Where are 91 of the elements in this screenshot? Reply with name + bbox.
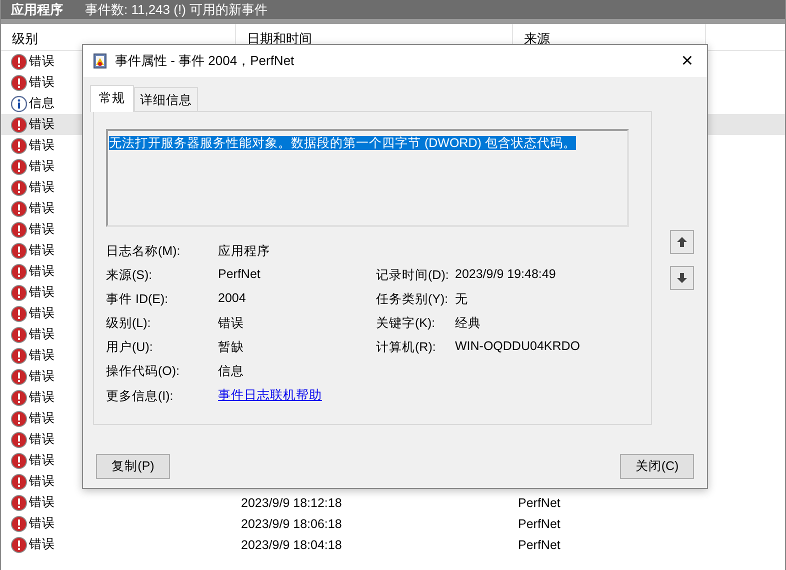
field-label: 操作代码(O):	[106, 363, 181, 379]
next-button[interactable]	[670, 266, 694, 290]
error-icon	[11, 138, 27, 154]
error-icon	[11, 494, 27, 510]
error-icon	[11, 368, 27, 384]
date-cell-text: 2023/9/9 18:06:18	[240, 516, 343, 530]
field-value: 应用程序	[218, 243, 271, 259]
field-value: 经典	[455, 315, 482, 331]
copy-button[interactable]: 复制(P)	[96, 454, 170, 479]
field-label: 任务类别(Y):	[376, 291, 450, 307]
level-text: 错误	[29, 200, 55, 217]
date-cell-text: 2023/9/9 18:12:18	[240, 496, 343, 510]
dialog-title: 事件属性 - 事件 2004，PerfNet	[115, 52, 296, 70]
field-value: 信息	[218, 363, 245, 379]
field-label: 记录时间(D):	[376, 267, 450, 283]
level-text: 错误	[29, 452, 55, 469]
field-value: PerfNet	[218, 267, 262, 283]
level-text: 错误	[29, 536, 55, 553]
description-box[interactable]: 无法打开服务器服务性能对象。数据段的第一个四字节 (DWORD) 包含状态代码。	[106, 129, 629, 227]
log-title: 应用程序	[11, 0, 63, 18]
field-value: 无	[455, 291, 469, 307]
level-text: 错误	[29, 410, 55, 427]
info-icon	[11, 96, 27, 112]
level-text: 错误	[29, 137, 55, 154]
level-text: 错误	[29, 179, 55, 196]
tab[interactable]: 常规	[90, 85, 134, 112]
level-text: 错误	[29, 74, 55, 91]
field-value: 暂缺	[218, 339, 245, 355]
up-arrow-icon	[676, 236, 688, 248]
error-icon	[11, 158, 27, 174]
field-label: 级别(L):	[106, 315, 152, 331]
error-icon	[11, 306, 27, 322]
field-label: 事件 ID(E):	[106, 291, 170, 307]
source-cell-text: PerfNet	[517, 538, 562, 552]
level-text: 错误	[29, 347, 55, 364]
error-icon	[11, 264, 27, 280]
error-icon	[11, 474, 27, 490]
level-text: 错误	[29, 494, 55, 511]
level-text: 错误	[29, 116, 55, 133]
error-icon	[11, 452, 27, 468]
error-icon	[11, 348, 27, 364]
description-text: 无法打开服务器服务性能对象。数据段的第一个四字节 (DWORD) 包含状态代码。	[109, 136, 576, 150]
field-label: 计算机(R):	[376, 339, 437, 355]
field-label: 更多信息(I):	[106, 388, 174, 404]
field-label: 用户(U):	[106, 339, 154, 355]
error-icon	[11, 54, 27, 70]
tab[interactable]: 详细信息	[134, 87, 198, 112]
level-text: 错误	[29, 431, 55, 448]
error-icon	[11, 326, 27, 342]
close-button[interactable]: ×	[677, 50, 697, 72]
level-text: 错误	[29, 305, 55, 322]
error-icon	[11, 284, 27, 300]
field-value: WIN-OQDDU04KRDO	[455, 339, 582, 355]
error-icon	[11, 116, 27, 132]
help-link[interactable]: 事件日志联机帮助	[218, 388, 322, 402]
previous-button[interactable]	[670, 230, 694, 254]
level-text: 错误	[29, 326, 55, 343]
error-icon	[11, 242, 27, 258]
level-text: 错误	[29, 389, 55, 406]
source-cell-text: PerfNet	[517, 496, 562, 510]
field-label: 日志名称(M):	[106, 243, 182, 259]
level-text: 错误	[29, 473, 55, 490]
event-count: 事件数: 11,243 (!) 可用的新事件	[85, 0, 268, 18]
error-icon	[11, 516, 27, 532]
field-value: 2004	[218, 291, 247, 307]
error-icon	[11, 432, 27, 448]
error-icon	[11, 74, 27, 90]
field-value: 错误	[218, 315, 245, 331]
level-text: 错误	[29, 284, 55, 301]
error-icon	[11, 410, 27, 426]
event-log-icon	[93, 53, 107, 69]
level-text: 错误	[29, 53, 55, 70]
field-label: 来源(S):	[106, 267, 154, 283]
date-cell-text: 2023/9/9 18:04:18	[240, 538, 343, 552]
level-text: 错误	[29, 263, 55, 280]
level-text: 错误	[29, 221, 55, 238]
down-arrow-icon	[676, 272, 688, 284]
error-icon	[11, 536, 27, 552]
level-text: 错误	[29, 242, 55, 259]
level-text: 错误	[29, 158, 55, 175]
error-icon	[11, 180, 27, 196]
level-text: 信息	[29, 95, 55, 112]
error-icon	[11, 390, 27, 406]
source-cell-text: PerfNet	[517, 516, 562, 530]
level-text: 错误	[29, 515, 55, 532]
field-label: 关键字(K):	[376, 315, 436, 331]
error-icon	[11, 222, 27, 238]
error-icon	[11, 200, 27, 216]
level-text: 错误	[29, 368, 55, 385]
close-dialog-button[interactable]: 关闭(C)	[620, 454, 694, 479]
field-value: 2023/9/9 19:48:49	[455, 267, 557, 283]
